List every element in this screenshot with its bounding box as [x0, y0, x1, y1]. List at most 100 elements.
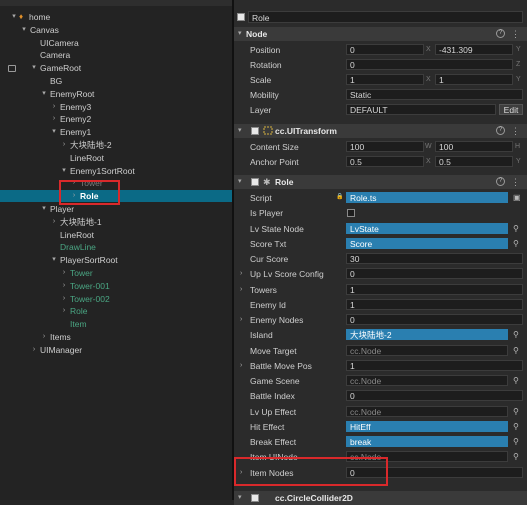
component-enabled-checkbox[interactable] [251, 494, 259, 502]
chevron-right-icon[interactable]: › [240, 283, 242, 297]
prop-value-field[interactable]: 大块陆地-2 [346, 329, 508, 341]
content-width-input[interactable]: 100 [346, 141, 424, 152]
tree-node[interactable]: › Enemy2 [0, 113, 232, 125]
settings-icon[interactable]: ⋮ [511, 27, 520, 41]
tree-node[interactable]: › 大块陆地-2 [0, 139, 232, 151]
help-icon[interactable]: ? [496, 126, 505, 135]
tree-node[interactable]: ▾ PlayerSortRoot [0, 254, 232, 266]
settings-icon[interactable]: ⋮ [511, 124, 520, 138]
node-picker-icon[interactable]: ⚲ [513, 436, 519, 447]
tree-node[interactable]: › UIManager [0, 344, 232, 356]
node-picker-icon[interactable]: ⚲ [513, 329, 519, 340]
prop-value-field[interactable]: 0 [346, 268, 523, 280]
tree-node[interactable]: › Enemy3 [0, 101, 232, 113]
chevron-right-icon[interactable]: › [60, 139, 68, 151]
node-active-checkbox[interactable] [237, 13, 245, 21]
prop-value-field[interactable]: Score [346, 237, 508, 249]
chevron-down-icon[interactable]: ▾ [30, 62, 38, 74]
help-icon[interactable]: ? [496, 29, 505, 38]
section-circlecollider-header[interactable]: ▾ cc.CircleCollider2D [234, 491, 527, 505]
tree-node[interactable]: ▾ Canvas [0, 24, 232, 36]
tree-node[interactable]: › Items [0, 331, 232, 343]
tree-node[interactable]: ▾ ♦ home [0, 11, 232, 23]
chevron-right-icon[interactable]: › [60, 293, 68, 305]
anchor-y-input[interactable]: 0.5 [435, 156, 513, 167]
tree-node[interactable]: LineRoot [0, 152, 232, 164]
section-uitransform-header[interactable]: ▾ cc.UITransform ? ⋮ [234, 124, 527, 138]
tree-node[interactable]: › Tower-001 [0, 280, 232, 292]
node-name-field[interactable]: Role [248, 11, 523, 23]
chevron-down-icon[interactable]: ▾ [50, 126, 58, 138]
node-picker-icon[interactable]: ⚲ [513, 375, 519, 386]
tree-node[interactable]: ▾ Enemy1SortRoot [0, 165, 232, 177]
chevron-down-icon[interactable]: ▾ [20, 24, 28, 36]
open-script-icon[interactable]: ▣ [513, 192, 521, 203]
scale-x-input[interactable]: 1 [346, 74, 424, 85]
chevron-down-icon[interactable]: ▾ [50, 254, 58, 266]
prop-value-field[interactable]: 0 [346, 390, 523, 402]
prop-value-field[interactable]: break [346, 436, 508, 447]
layer-edit-button[interactable]: Edit [499, 104, 523, 115]
tree-node[interactable]: Item [0, 318, 232, 330]
prop-value-field[interactable]: 1 [346, 283, 523, 295]
tree-node[interactable]: Camera [0, 49, 232, 61]
tree-node[interactable]: › 大块陆地-1 [0, 216, 232, 228]
prop-value-field[interactable]: HitEff [346, 420, 508, 432]
node-picker-icon[interactable]: ⚲ [513, 238, 519, 249]
section-role-header[interactable]: ▾ ✱ Role ? ⋮ [234, 175, 527, 189]
tree-node[interactable]: BG [0, 75, 232, 87]
tree-node[interactable]: ▾ EnemyRoot [0, 88, 232, 100]
prop-value-field[interactable]: 0 [346, 314, 523, 325]
chevron-down-icon[interactable]: ▾ [40, 88, 48, 100]
node-picker-icon[interactable]: ⚲ [513, 421, 519, 432]
chevron-right-icon[interactable]: › [60, 305, 68, 317]
layer-select[interactable]: DEFAULT [346, 104, 496, 115]
chevron-right-icon[interactable]: › [40, 331, 48, 343]
lock-icon[interactable] [8, 65, 16, 73]
settings-icon[interactable]: ⋮ [511, 175, 520, 189]
prop-value-field[interactable]: 30 [346, 253, 523, 264]
help-icon[interactable]: ? [496, 177, 505, 186]
chevron-right-icon[interactable]: › [60, 280, 68, 292]
content-height-input[interactable]: 100 [435, 141, 513, 152]
node-picker-icon[interactable]: ⚲ [513, 345, 519, 356]
position-x-input[interactable]: 0 [346, 44, 424, 55]
mobility-select[interactable]: Static [346, 89, 523, 100]
tree-node[interactable]: LineRoot [0, 229, 232, 241]
prop-value-field[interactable]: 1 [346, 359, 523, 371]
node-picker-icon[interactable]: ⚲ [513, 406, 519, 417]
anchor-x-input[interactable]: 0.5 [346, 156, 424, 167]
tree-node[interactable]: › Role [0, 305, 232, 317]
tree-node[interactable]: ▾ GameRoot [0, 62, 232, 74]
rotation-z-input[interactable]: 0 [346, 59, 513, 70]
chevron-right-icon[interactable]: › [50, 113, 58, 125]
chevron-right-icon[interactable]: › [240, 359, 242, 373]
prop-value-field[interactable]: cc.Node [346, 375, 508, 386]
tree-node[interactable]: ▾ Enemy1 [0, 126, 232, 138]
prop-value-field[interactable]: cc.Node [346, 405, 508, 417]
section-node-header[interactable]: ▾ Node ? ⋮ [234, 27, 527, 41]
chevron-right-icon[interactable]: › [240, 313, 242, 327]
tree-node[interactable]: › Tower [0, 267, 232, 279]
component-enabled-checkbox[interactable] [251, 127, 259, 135]
is-player-checkbox[interactable] [347, 209, 355, 218]
prop-value-field[interactable]: Role.ts [346, 192, 508, 203]
node-picker-icon[interactable]: ⚲ [513, 451, 519, 462]
prop-value-field[interactable]: 1 [346, 298, 523, 310]
chevron-right-icon[interactable]: › [30, 344, 38, 356]
tree-node[interactable]: UICamera [0, 37, 232, 49]
chevron-right-icon[interactable]: › [50, 216, 58, 228]
chevron-right-icon[interactable]: › [240, 267, 242, 281]
prop-value-field[interactable]: LvState [346, 222, 508, 234]
tree-node[interactable]: › Tower-002 [0, 293, 232, 305]
tree-node[interactable]: DrawLine [0, 241, 232, 253]
chevron-down-icon[interactable]: ▾ [10, 11, 18, 23]
chevron-down-icon[interactable]: ▾ [60, 165, 68, 177]
position-y-input[interactable]: -431.309 [435, 44, 513, 55]
chevron-right-icon[interactable]: › [60, 267, 68, 279]
chevron-right-icon[interactable]: › [50, 101, 58, 113]
chevron-down-icon[interactable]: ▾ [40, 203, 48, 215]
scale-y-input[interactable]: 1 [435, 74, 513, 85]
node-picker-icon[interactable]: ⚲ [513, 223, 519, 234]
prop-value-field[interactable]: cc.Node [346, 344, 508, 356]
